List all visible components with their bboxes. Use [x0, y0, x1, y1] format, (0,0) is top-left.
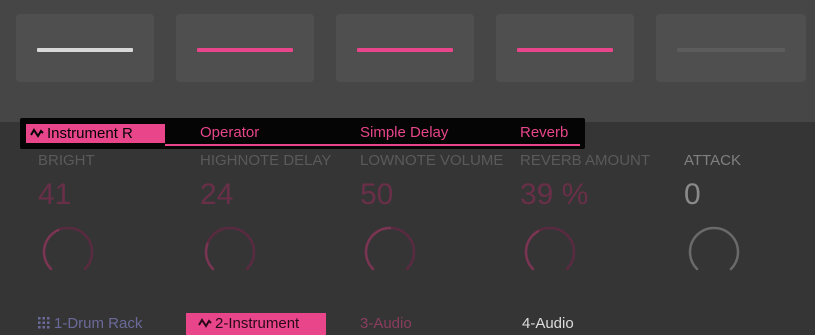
param-value-highnote-delay: 24	[200, 178, 234, 211]
track-4-label: 4-Audio	[522, 315, 574, 332]
pad-3[interactable]	[336, 14, 474, 82]
param-value-bright: 41	[38, 178, 72, 211]
param-name-bright: BRIGHT	[38, 152, 95, 169]
knob-lownote-volume[interactable]	[358, 222, 422, 282]
pad-2-indicator	[197, 48, 293, 52]
knob-attack[interactable]	[682, 222, 746, 282]
pad-4[interactable]	[496, 14, 634, 82]
rack-icon	[30, 128, 44, 138]
tab-instrument-rack-label: Instrument R	[47, 125, 133, 142]
track-1-drum-rack[interactable]: 1-Drum Rack	[38, 313, 162, 335]
pad-4-indicator	[517, 48, 613, 52]
param-name-reverb-amount: REVERB AMOUNT	[520, 152, 651, 169]
pad-5[interactable]	[656, 14, 806, 82]
pad-1[interactable]	[16, 14, 154, 82]
tab-underline	[165, 144, 325, 146]
track-2-label: 2-Instrument	[215, 315, 300, 332]
pad-3-indicator	[357, 48, 453, 52]
track-3-audio[interactable]: 3-Audio	[360, 313, 480, 335]
tab-operator-label: Operator	[200, 124, 260, 141]
tab-simple-delay-label: Simple Delay	[360, 124, 449, 141]
pad-5-indicator	[677, 48, 785, 52]
tab-operator[interactable]: Operator	[200, 124, 340, 141]
track-2-instrument[interactable]: 2-Instrument	[186, 313, 326, 335]
param-value-reverb-amount: 39 %	[520, 178, 589, 211]
param-name-lownote-volume: LOWNOTE VOLUME	[360, 152, 504, 169]
tab-instrument-rack[interactable]: Instrument R	[26, 124, 165, 143]
device-tab-bar: Instrument R Operator Simple Delay Rever…	[20, 118, 585, 149]
tab-reverb-label: Reverb	[520, 124, 569, 141]
track-3-label: 3-Audio	[360, 315, 412, 332]
pad-2[interactable]	[176, 14, 314, 82]
rack-icon	[198, 318, 212, 328]
track-4-audio[interactable]: 4-Audio	[522, 313, 642, 335]
knob-highnote-delay[interactable]	[198, 222, 262, 282]
tab-reverb[interactable]: Reverb	[520, 124, 580, 141]
param-value-attack: 0	[684, 178, 701, 211]
track-1-label: 1-Drum Rack	[54, 315, 143, 332]
knob-bright[interactable]	[36, 222, 100, 282]
param-name-attack: ATTACK	[684, 152, 741, 169]
pad-1-indicator	[37, 48, 133, 52]
knob-reverb-amount[interactable]	[518, 222, 582, 282]
param-value-lownote-volume: 50	[360, 178, 394, 211]
grid-icon	[38, 317, 50, 329]
tab-underline	[485, 144, 580, 146]
tab-underline	[325, 144, 485, 146]
tab-simple-delay[interactable]: Simple Delay	[360, 124, 500, 141]
param-name-highnote-delay: HIGHNOTE DELAY	[200, 152, 332, 169]
